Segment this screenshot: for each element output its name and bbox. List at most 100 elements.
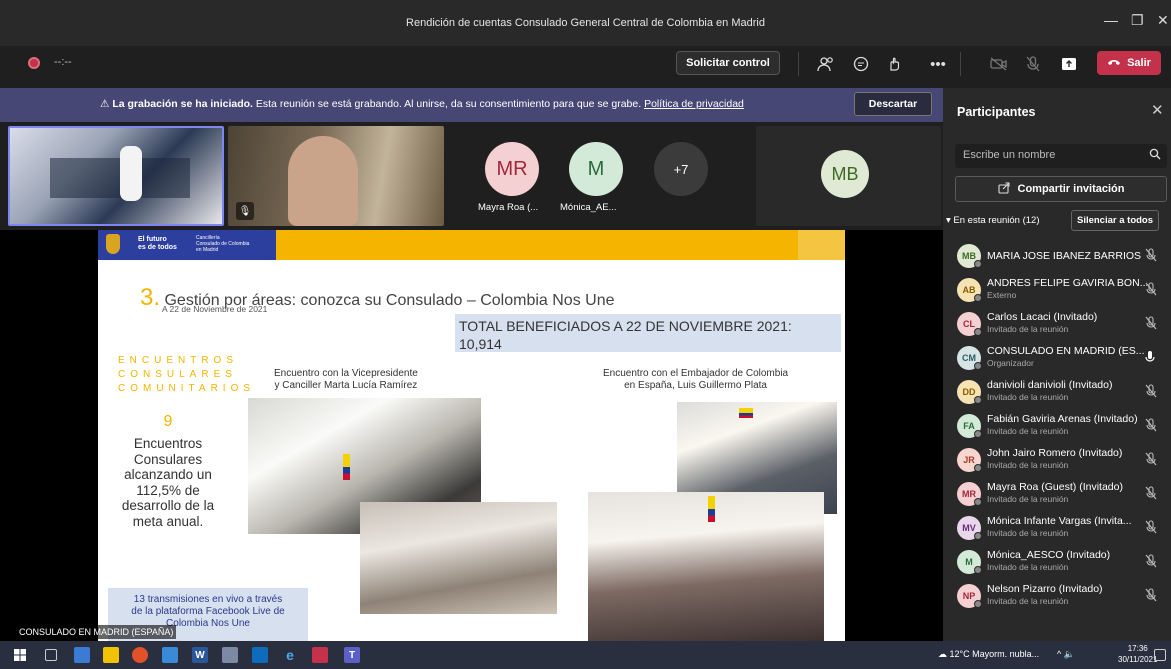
recording-banner: ⚠ La grabación se ha iniciado. Esta reun… [0, 88, 943, 122]
photo-caption: Encuentro con la Vicepresidente y Cancill… [274, 368, 418, 392]
participant-row[interactable]: MV Mónica Infante Vargas (Invita... Invita… [943, 510, 1171, 544]
close-window-icon[interactable]: ✕ [1157, 12, 1169, 29]
chrome-icon[interactable] [132, 647, 148, 663]
system-tray-icons[interactable]: ^ 🔈 [1057, 649, 1075, 660]
participant-role: Invitado de la reunión [987, 562, 1069, 572]
mute-all-button[interactable]: Silenciar a todos [1071, 210, 1159, 231]
banner-bold-text: La grabación se ha iniciado. [112, 98, 253, 110]
mic-off-icon: 🎙 [236, 202, 254, 220]
more-options-icon[interactable]: ••• [927, 53, 949, 75]
participant-role: Invitado de la reunión [987, 392, 1069, 402]
app-icon[interactable] [312, 647, 328, 663]
close-icon[interactable]: ✕ [1151, 101, 1164, 119]
note-line: 13 transmisiones en vivo a través [133, 594, 283, 605]
mic-off-icon[interactable] [1145, 418, 1157, 435]
clock[interactable]: 17:36 30/11/2021 [1118, 643, 1157, 665]
participant-row[interactable]: M Mónica_AESCO (Invitado) Invitado de la r… [943, 544, 1171, 578]
in-meeting-section-toggle[interactable]: ▾ En esta reunión (12) [946, 215, 1040, 226]
participant-row[interactable]: CM CONSULADO EN MADRID (ES... Organizador [943, 340, 1171, 374]
mic-off-icon[interactable] [1145, 384, 1157, 401]
outlook-icon[interactable] [252, 647, 268, 663]
presence-status-icon [974, 566, 982, 574]
camera-off-icon[interactable] [988, 53, 1010, 75]
participant-name: Mónica_AESCO (Invitado) [987, 549, 1111, 561]
participant-name: John Jairo Romero (Invitado) [987, 447, 1123, 459]
caption-line: Encuentro con la Vicepresidente [274, 368, 418, 379]
mic-off-icon[interactable] [1145, 248, 1157, 265]
leave-button[interactable]: Salir [1097, 51, 1161, 75]
logo-text: en Madrid [196, 247, 219, 253]
file-explorer-icon[interactable] [103, 647, 119, 663]
participant-role: Externo [987, 290, 1017, 300]
video-tile-speaker[interactable]: 🎙 [228, 126, 444, 226]
participant-row[interactable]: DD danivioli danivioli (Invitado) Invitado… [943, 374, 1171, 408]
banner-message: ⚠ La grabación se ha iniciado. Esta reun… [100, 98, 744, 110]
participant-row[interactable]: MB MARIA JOSE IBANEZ BARRIOS [943, 238, 1171, 272]
mic-off-icon[interactable] [1145, 554, 1157, 571]
share-invite-button[interactable]: Compartir invitación [955, 176, 1167, 202]
task-view-icon[interactable] [45, 649, 57, 661]
participant-row[interactable]: JR John Jairo Romero (Invitado) Invitado d… [943, 442, 1171, 476]
participant-row[interactable]: CL Carlos Lacaci (Invitado) Invitado de la… [943, 306, 1171, 340]
chat-icon[interactable] [850, 53, 872, 75]
dismiss-button[interactable]: Descartar [854, 92, 932, 116]
participant-row[interactable]: MR Mayra Roa (Guest) (Invitado) Invitado d… [943, 476, 1171, 510]
participant-name: Mónica Infante Vargas (Invita... [987, 515, 1132, 527]
participant-row[interactable]: NP Nelson Pizarro (Invitado) Invitado de l… [943, 578, 1171, 612]
heading-line: CONSULARES [118, 369, 237, 380]
app-icon[interactable] [222, 647, 238, 663]
total-label: TOTAL BENEFICIADOS A 22 DE NOVIEMBRE 202… [459, 318, 792, 334]
share-label: Compartir invitación [1017, 183, 1125, 195]
notifications-icon[interactable] [1154, 649, 1166, 661]
privacy-policy-link[interactable]: Política de privacidad [644, 98, 744, 110]
search-input[interactable]: Escribe un nombre [955, 144, 1167, 168]
government-logo: El futuro es de todos Cancillería Consulad… [98, 230, 276, 260]
colombia-flag [739, 408, 753, 418]
restore-icon[interactable]: ❐ [1131, 12, 1144, 29]
presence-status-icon [974, 328, 982, 336]
mic-off-icon[interactable] [1145, 282, 1157, 299]
participants-icon[interactable] [815, 53, 837, 75]
participant-name: Nelson Pizarro (Invitado) [987, 583, 1103, 595]
participants-panel: Participantes ✕ Escribe un nombre Compar… [943, 88, 1171, 641]
window-title: Rendición de cuentas Consulado General C… [406, 17, 765, 29]
participant-role: Invitado de la reunión [987, 426, 1069, 436]
request-control-button[interactable]: Solicitar control [676, 51, 780, 75]
in-meeting-label: En esta reunión (12) [953, 215, 1040, 226]
share-screen-icon[interactable] [1058, 53, 1080, 75]
search-icon[interactable] [1149, 148, 1161, 163]
participant-row[interactable]: FA Fabián Gaviria Arenas (Invitado) Invita… [943, 408, 1171, 442]
more-participants-badge[interactable]: +7 [654, 142, 708, 196]
banner-text: Esta reunión se está grabando. Al unirse… [255, 98, 642, 110]
mic-off-icon[interactable] [1145, 452, 1157, 469]
mic-on-icon[interactable] [1145, 350, 1155, 367]
participant-row[interactable]: AB ANDRES FELIPE GAVIRIA BON... Externo [943, 272, 1171, 306]
mic-off-icon[interactable] [1145, 316, 1157, 333]
participant-role: Organizador [987, 358, 1034, 368]
participant-name: CONSULADO EN MADRID (ES... [987, 345, 1145, 357]
panel-title: Participantes [957, 105, 1036, 119]
minimize-icon[interactable]: — [1104, 12, 1118, 28]
video-tile-room[interactable] [8, 126, 224, 226]
clock-time: 17:36 [1127, 644, 1148, 653]
reactions-icon[interactable] [884, 53, 906, 75]
heading-line: COMUNITARIOS [118, 383, 256, 394]
mic-off-icon[interactable] [1145, 486, 1157, 503]
teams-icon[interactable]: T [344, 647, 360, 663]
mic-off-icon[interactable] [1145, 520, 1157, 537]
windows-taskbar: W e T ☁ 12°C Mayorm. nubla... ^ 🔈 17:36 … [0, 641, 1171, 669]
mic-off-icon[interactable] [1022, 53, 1044, 75]
total-value: 10,914 [459, 336, 502, 352]
weather-widget[interactable]: ☁ 12°C Mayorm. nubla... [938, 649, 1039, 660]
app-icon[interactable] [162, 647, 178, 663]
avatar[interactable]: M [569, 142, 623, 196]
word-icon[interactable]: W [192, 647, 208, 663]
edge-icon[interactable]: e [282, 647, 298, 663]
app-icon[interactable] [74, 647, 90, 663]
windows-start-icon[interactable] [12, 647, 28, 663]
mic-off-icon[interactable] [1145, 588, 1157, 605]
video-tile-mb[interactable]: MB [756, 126, 941, 226]
avatar: MB [821, 150, 869, 198]
video-strip: 🎙 MR Mayra Roa (... M Mónica_AE... +7 MB [0, 122, 943, 230]
avatar[interactable]: MR [485, 142, 539, 196]
